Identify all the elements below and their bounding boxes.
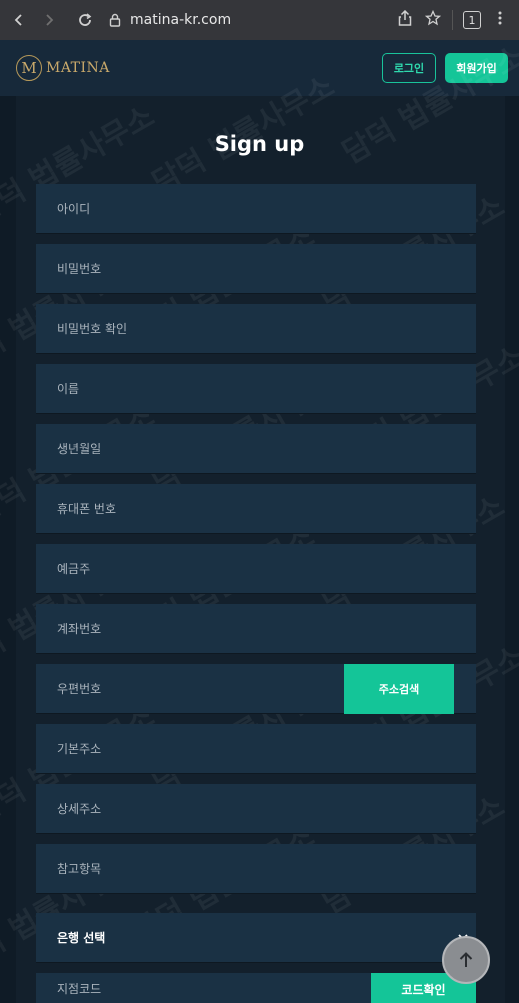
- base-address-field[interactable]: 기본주소: [36, 724, 476, 774]
- login-button[interactable]: 로그인: [382, 53, 436, 83]
- postal-code-field[interactable]: 우편번호 주소검색: [36, 664, 476, 714]
- field-placeholder: 기본주소: [57, 742, 102, 756]
- site-header: M MATINA 로그인 회원가입: [0, 40, 519, 96]
- field-placeholder: 비밀번호 확인: [57, 322, 128, 336]
- field-placeholder: 참고항목: [57, 862, 102, 876]
- bank-select[interactable]: 은행 선택: [36, 913, 476, 963]
- share-icon[interactable]: [396, 9, 414, 30]
- browser-toolbar: matina-kr.com 1: [0, 0, 519, 40]
- signup-button[interactable]: 회원가입: [445, 53, 508, 83]
- scroll-to-top-button[interactable]: [442, 936, 490, 984]
- field-placeholder: 상세주소: [57, 802, 102, 816]
- content-gutter-right: [505, 96, 519, 1003]
- field-placeholder: 이름: [57, 382, 80, 396]
- field-placeholder: 생년월일: [57, 442, 102, 456]
- address-search-button[interactable]: 주소검색: [344, 664, 454, 714]
- forward-icon[interactable]: [38, 7, 60, 33]
- detail-address-field[interactable]: 상세주소: [36, 784, 476, 834]
- field-placeholder: 지점코드: [57, 982, 102, 996]
- reference-field[interactable]: 참고항목: [36, 844, 476, 894]
- url-text: matina-kr.com: [130, 12, 232, 28]
- field-placeholder: 우편번호: [57, 682, 102, 696]
- bank-select-value: 은행 선택: [57, 931, 106, 945]
- field-placeholder: 아이디: [57, 202, 91, 216]
- password-confirm-field[interactable]: 비밀번호 확인: [36, 304, 476, 354]
- content-gutter-left: [0, 96, 16, 1003]
- password-field[interactable]: 비밀번호: [36, 244, 476, 294]
- tab-count-icon[interactable]: 1: [463, 11, 481, 29]
- field-placeholder: 예금주: [57, 562, 91, 576]
- bookmark-star-icon[interactable]: [424, 9, 442, 30]
- page-title: Sign up: [214, 132, 305, 156]
- toolbar-divider: [452, 10, 453, 30]
- account-number-field[interactable]: 계좌번호: [36, 604, 476, 654]
- branch-code-field[interactable]: 지점코드 코드확인: [36, 973, 476, 1003]
- field-placeholder: 휴대폰 번호: [57, 502, 117, 516]
- account-holder-field[interactable]: 예금주: [36, 544, 476, 594]
- field-placeholder: 비밀번호: [57, 262, 102, 276]
- address-bar[interactable]: matina-kr.com: [108, 5, 396, 35]
- reload-icon[interactable]: [74, 7, 96, 33]
- name-field[interactable]: 이름: [36, 364, 476, 414]
- menu-kebab-icon[interactable]: [491, 10, 509, 30]
- lock-icon: [108, 12, 122, 28]
- phone-field[interactable]: 휴대폰 번호: [36, 484, 476, 534]
- site-logo[interactable]: M MATINA: [16, 55, 110, 81]
- username-field[interactable]: 아이디: [36, 184, 476, 234]
- logo-emblem: M: [16, 55, 42, 81]
- back-icon[interactable]: [8, 7, 30, 33]
- field-placeholder: 계좌번호: [57, 622, 102, 636]
- birthdate-field[interactable]: 생년월일: [36, 424, 476, 474]
- arrow-up-icon: [459, 952, 473, 967]
- logo-text: MATINA: [46, 60, 110, 76]
